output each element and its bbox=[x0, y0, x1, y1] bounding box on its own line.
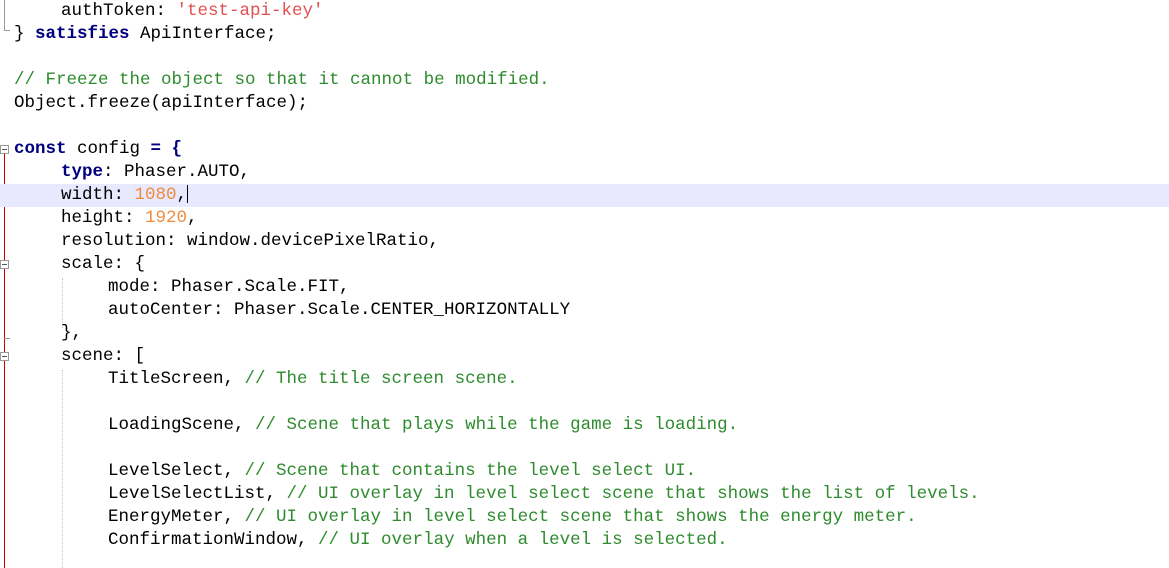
scene-identifier: EnergyMeter, bbox=[108, 507, 245, 527]
text-caret bbox=[187, 185, 189, 204]
string-literal: 'test-api-key' bbox=[176, 1, 324, 21]
number-literal: 1920 bbox=[145, 208, 188, 228]
scene-identifier: LoadingScene, bbox=[108, 415, 256, 435]
brace-token: } bbox=[14, 24, 36, 44]
comma-token: , bbox=[176, 185, 188, 205]
code-line[interactable]: LevelSelect, // Scene that contains the … bbox=[0, 460, 1169, 483]
call-expression: Object.freeze bbox=[14, 93, 151, 113]
type-name: ApiInterface; bbox=[129, 24, 277, 44]
code-line[interactable]: mode: Phaser.Scale.FIT, bbox=[0, 276, 1169, 299]
comment: // Scene that contains the level select … bbox=[244, 461, 697, 481]
keyword: satisfies bbox=[35, 24, 130, 44]
comment: // UI overlay in level select scene that… bbox=[286, 484, 980, 504]
number-literal: 1080 bbox=[134, 185, 177, 205]
comment: // UI overlay in level select scene that… bbox=[244, 507, 917, 527]
code-line[interactable]: resolution: window.devicePixelRatio, bbox=[0, 230, 1169, 253]
property-value: : Phaser.AUTO, bbox=[103, 162, 251, 182]
code-line[interactable]: autoCenter: Phaser.Scale.CENTER_HORIZONT… bbox=[0, 299, 1169, 322]
code-line[interactable]: const config = { bbox=[0, 138, 1169, 161]
code-text: }, bbox=[61, 323, 83, 343]
code-line[interactable]: scene: [ bbox=[0, 345, 1169, 368]
comma-token: , bbox=[187, 208, 198, 228]
scene-identifier: TitleScreen, bbox=[108, 369, 245, 389]
comment: // Scene that plays while the game is lo… bbox=[255, 415, 739, 435]
operator: = { bbox=[150, 139, 183, 159]
scene-identifier: LevelSelectList, bbox=[108, 484, 287, 504]
keyword: type bbox=[61, 162, 104, 182]
code-line[interactable]: Object.freeze(apiInterface); bbox=[0, 92, 1169, 115]
code-text: autoCenter: Phaser.Scale.CENTER_HORIZONT… bbox=[108, 300, 571, 320]
code-text: mode: Phaser.Scale.FIT, bbox=[108, 277, 350, 297]
code-editor[interactable]: authToken: 'test-api-key' } satisfies Ap… bbox=[0, 0, 1169, 568]
code-line[interactable]: }, bbox=[0, 322, 1169, 345]
comment: // Freeze the object so that it cannot b… bbox=[14, 70, 550, 90]
property-name: height: bbox=[61, 208, 146, 228]
scene-identifier: ConfirmationWindow, bbox=[108, 530, 319, 550]
code-text: scale: { bbox=[61, 254, 146, 274]
keyword: const bbox=[14, 139, 67, 159]
code-line[interactable]: } satisfies ApiInterface; bbox=[0, 23, 1169, 46]
call-arguments: (apiInterface); bbox=[150, 93, 309, 113]
colon-token: : bbox=[155, 1, 177, 21]
code-line[interactable]: authToken: 'test-api-key' bbox=[0, 0, 1169, 23]
comment: // The title screen scene. bbox=[244, 369, 518, 389]
property-name: authToken bbox=[61, 1, 156, 21]
comment: // UI overlay when a level is selected. bbox=[318, 530, 728, 550]
code-line[interactable]: EnergyMeter, // UI overlay in level sele… bbox=[0, 506, 1169, 529]
code-line[interactable]: ConfirmationWindow, // UI overlay when a… bbox=[0, 529, 1169, 552]
code-line[interactable]: scale: { bbox=[0, 253, 1169, 276]
property-name: width: bbox=[61, 185, 135, 205]
code-text: resolution: window.devicePixelRatio, bbox=[61, 231, 440, 251]
code-line[interactable]: LoadingScene, // Scene that plays while … bbox=[0, 414, 1169, 437]
code-text: scene: [ bbox=[61, 346, 146, 366]
code-line[interactable]: type: Phaser.AUTO, bbox=[0, 161, 1169, 184]
code-line-current[interactable]: width: 1080, bbox=[0, 184, 1169, 207]
code-line[interactable]: TitleScreen, // The title screen scene. bbox=[0, 368, 1169, 391]
scene-identifier: LevelSelect, bbox=[108, 461, 245, 481]
code-line[interactable]: height: 1920, bbox=[0, 207, 1169, 230]
code-line[interactable]: // Freeze the object so that it cannot b… bbox=[0, 69, 1169, 92]
identifier: config bbox=[66, 139, 151, 159]
code-line[interactable]: LevelSelectList, // UI overlay in level … bbox=[0, 483, 1169, 506]
